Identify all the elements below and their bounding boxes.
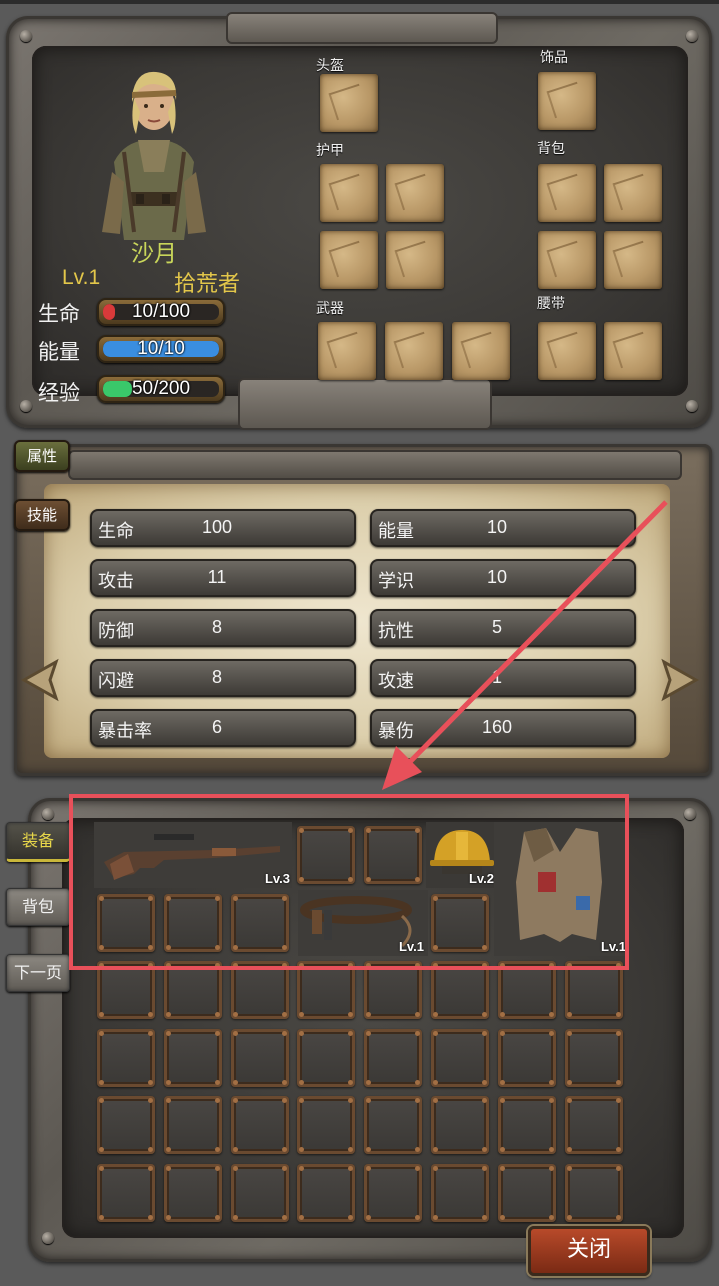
next-page-button[interactable]: 下一页 xyxy=(6,954,70,992)
hp-label: 生命 xyxy=(38,302,80,326)
bolt xyxy=(42,808,54,820)
armor-slot-label: 护甲 xyxy=(316,143,344,159)
accessory-slot[interactable] xyxy=(538,72,596,130)
inventory-slot[interactable] xyxy=(297,1096,356,1155)
attr-value: 100 xyxy=(201,517,233,537)
accessory-slot-label: 饰品 xyxy=(540,50,568,66)
attr-label: 攻击 xyxy=(98,571,134,592)
energy-value: 10/10 xyxy=(137,338,185,359)
inventory-slot[interactable] xyxy=(564,1028,623,1087)
helmet-slot[interactable] xyxy=(320,74,378,132)
attr-label: 暴击率 xyxy=(98,721,152,742)
inventory-slot[interactable] xyxy=(230,1164,289,1222)
belt-slot[interactable] xyxy=(538,322,596,380)
inventory-slot[interactable] xyxy=(230,1096,289,1155)
exp-value: 50/200 xyxy=(131,378,191,399)
annotation-arrow-icon xyxy=(382,500,668,790)
energy-bar: 10/10 xyxy=(97,335,225,363)
inventory-slot[interactable] xyxy=(497,1164,556,1222)
inventory-slot[interactable] xyxy=(564,1096,623,1155)
backpack-slot[interactable] xyxy=(538,164,596,222)
exp-label: 经验 xyxy=(38,381,80,405)
character-class: 拾荒者 xyxy=(174,272,241,297)
armor-slot[interactable] xyxy=(320,231,378,289)
backpack-slot[interactable] xyxy=(604,231,662,289)
inventory-slot[interactable] xyxy=(297,1164,356,1222)
tab-skills[interactable]: 技能 xyxy=(14,499,70,531)
attr-value: 8 xyxy=(211,667,222,687)
bolt xyxy=(42,1232,54,1244)
inventory-slot[interactable] xyxy=(364,1096,423,1155)
inventory-slot[interactable] xyxy=(297,1028,356,1087)
attr-value: 6 xyxy=(211,717,222,737)
weapon-slot[interactable] xyxy=(318,322,376,380)
chevron-left-icon[interactable] xyxy=(20,656,68,704)
inventory-slot[interactable] xyxy=(431,1028,489,1087)
belt-slot-label: 腰带 xyxy=(537,296,565,312)
attr-label: 生命 xyxy=(98,521,134,542)
bolt xyxy=(20,400,32,412)
attr-dodge: 闪避 8 xyxy=(90,659,356,697)
weapon-slot[interactable] xyxy=(385,322,443,380)
inventory-slot[interactable] xyxy=(364,1028,423,1087)
character-portrait xyxy=(102,71,206,240)
attr-label: 闪避 xyxy=(98,671,134,692)
attributes-top-bar xyxy=(68,450,682,480)
hp-bar: 10/100 xyxy=(97,298,225,326)
armor-slot[interactable] xyxy=(386,231,444,289)
weapon-slot-label: 武器 xyxy=(316,301,344,317)
belt-slot[interactable] xyxy=(604,322,662,380)
inventory-slot[interactable] xyxy=(230,1028,289,1087)
exp-bar: 50/200 xyxy=(97,375,225,403)
armor-slot[interactable] xyxy=(320,164,378,222)
energy-label: 能量 xyxy=(38,340,80,364)
helmet-slot-label: 头盔 xyxy=(316,58,344,74)
highlight-box xyxy=(69,794,629,970)
inventory-slot[interactable] xyxy=(364,1164,423,1222)
hp-value: 10/100 xyxy=(131,301,191,322)
panel-top-plate xyxy=(226,12,498,44)
tab-attributes[interactable]: 属性 xyxy=(14,440,70,472)
top-strip xyxy=(0,0,719,4)
attr-defense: 防御 8 xyxy=(90,609,356,647)
inventory-slot[interactable] xyxy=(431,1164,489,1222)
character-level: Lv.1 xyxy=(62,266,101,289)
inventory-slot[interactable] xyxy=(431,1096,489,1155)
bolt xyxy=(20,30,32,42)
tab-equipment[interactable]: 装备 xyxy=(6,822,70,862)
inventory-slot[interactable] xyxy=(163,1096,222,1155)
attr-hp: 生命 100 xyxy=(90,509,356,547)
attr-attack: 攻击 11 xyxy=(90,559,356,597)
panel-bottom-plate xyxy=(238,378,492,430)
attr-crit-rate: 暴击率 6 xyxy=(90,709,356,747)
close-button[interactable]: 关闭 xyxy=(528,1226,650,1276)
inventory-slot[interactable] xyxy=(97,1096,155,1155)
inventory-slot[interactable] xyxy=(163,1164,222,1222)
backpack-slot-label: 背包 xyxy=(537,141,565,157)
backpack-slot[interactable] xyxy=(604,164,662,222)
attr-value: 8 xyxy=(211,617,222,637)
bolt xyxy=(686,400,698,412)
bolt xyxy=(686,30,698,42)
attr-label: 防御 xyxy=(98,621,134,642)
tab-bag[interactable]: 背包 xyxy=(6,888,70,926)
backpack-slot[interactable] xyxy=(538,231,596,289)
inventory-slot[interactable] xyxy=(497,1028,556,1087)
attr-value: 11 xyxy=(207,567,227,587)
inventory-slot[interactable] xyxy=(97,1028,155,1087)
inventory-slot[interactable] xyxy=(97,1164,155,1222)
inventory-slot[interactable] xyxy=(163,1028,222,1087)
armor-slot[interactable] xyxy=(386,164,444,222)
weapon-slot[interactable] xyxy=(452,322,510,380)
character-name: 沙月 xyxy=(131,241,177,267)
bolt xyxy=(684,808,696,820)
inventory-slot[interactable] xyxy=(497,1096,556,1155)
inventory-slot[interactable] xyxy=(564,1164,623,1222)
